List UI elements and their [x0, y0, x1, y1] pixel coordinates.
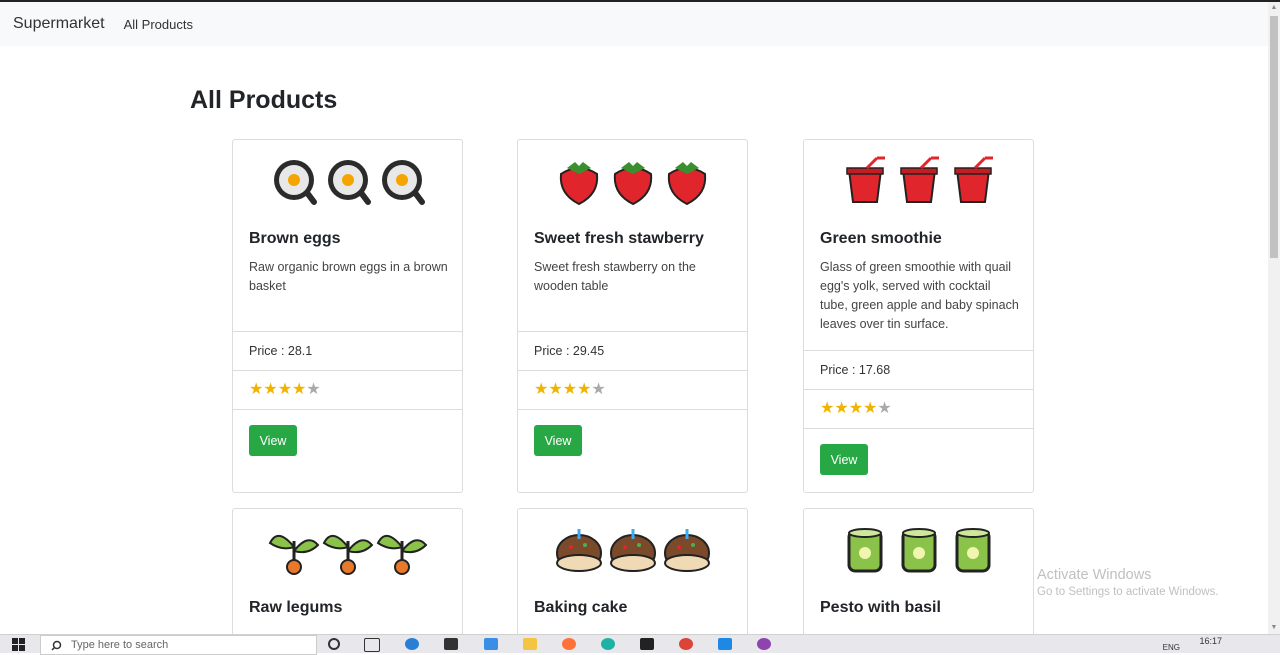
product-price: Price : 17.68	[820, 363, 891, 377]
product-card: Sweet fresh stawberry Sweet fresh stawbe…	[517, 139, 748, 493]
language-indicator[interactable]: ENG	[1163, 643, 1180, 652]
product-image	[518, 156, 747, 208]
scrollbar-thumb[interactable]	[1270, 16, 1278, 258]
rating-section: ★★★★★	[233, 370, 462, 409]
product-image	[233, 156, 462, 208]
star-empty-icon: ★	[877, 400, 892, 417]
view-button[interactable]: View	[534, 425, 582, 456]
taskbar-search-placeholder: Type here to search	[71, 639, 169, 651]
product-image	[518, 525, 747, 577]
scroll-up-icon[interactable]: ▲	[1268, 2, 1280, 14]
price-section: Price : 17.68	[804, 350, 1033, 389]
store-icon[interactable]	[444, 638, 458, 650]
activate-windows-watermark: Activate Windows Go to Settings to activ…	[1037, 567, 1219, 598]
product-description: Sweet fresh stawberry on the wooden tabl…	[534, 260, 696, 293]
scroll-down-icon[interactable]: ▼	[1268, 622, 1280, 634]
watermark-subtitle: Go to Settings to activate Windows.	[1037, 586, 1219, 598]
product-title: Sweet fresh stawberry	[534, 230, 704, 247]
product-card: Raw legums	[232, 508, 463, 650]
action-section: View	[233, 409, 462, 492]
product-card: Green smoothie Glass of green smoothie w…	[803, 139, 1034, 493]
mail-icon[interactable]	[484, 638, 498, 650]
page-scrollbar[interactable]: ▲ ▼	[1268, 2, 1280, 634]
price-section: Price : 28.1	[233, 331, 462, 370]
view-button[interactable]: View	[820, 444, 868, 475]
product-title: Green smoothie	[820, 230, 942, 247]
product-image	[233, 525, 462, 577]
taskbar-search-input[interactable]: Type here to search	[40, 635, 317, 655]
product-title: Baking cake	[534, 599, 628, 616]
system-tray-icons[interactable]	[1037, 638, 1137, 650]
star-rating: ★★★★★	[518, 371, 747, 409]
windows-start-icon[interactable]	[12, 638, 25, 651]
rating-section: ★★★★★	[518, 370, 747, 409]
price-section: Price : 29.45	[518, 331, 747, 370]
action-section: View	[518, 409, 747, 492]
view-button[interactable]: View	[249, 425, 297, 456]
rating-section: ★★★★★	[804, 389, 1033, 428]
product-price: Price : 28.1	[249, 344, 313, 358]
windows-taskbar: Type here to search ENG 16:17	[0, 634, 1280, 655]
seedling-icon	[268, 535, 427, 575]
firefox-icon[interactable]	[562, 638, 576, 650]
canned-food-icon	[847, 528, 990, 573]
star-rating: ★★★★★	[233, 371, 462, 409]
page-title: All Products	[190, 86, 338, 114]
product-image	[804, 156, 1033, 208]
search-icon	[51, 640, 62, 651]
product-description: Glass of green smoothie with quail egg's…	[820, 260, 1019, 331]
product-card: Pesto with basil	[803, 508, 1034, 650]
chrome-icon[interactable]	[679, 638, 693, 650]
task-view-icon[interactable]	[364, 638, 380, 652]
navbar: Supermarket All Products	[0, 2, 1268, 46]
terminal-icon[interactable]	[640, 638, 654, 650]
nav-link-all-products[interactable]: All Products	[124, 17, 193, 32]
star-filled-icon: ★★★★	[249, 381, 307, 398]
product-title: Brown eggs	[249, 230, 341, 247]
app-icon[interactable]	[757, 638, 771, 650]
vscode-icon[interactable]	[718, 638, 732, 650]
star-filled-icon: ★★★★	[820, 400, 878, 417]
product-card: Baking cake	[517, 508, 748, 650]
cup-with-straw-icon	[845, 156, 993, 203]
brand-link[interactable]: Supermarket	[13, 15, 105, 33]
frying-pan-icon	[273, 160, 425, 205]
strawberry-icon	[559, 162, 706, 206]
product-title: Pesto with basil	[820, 599, 941, 616]
product-description: Raw organic brown eggs in a brown basket	[249, 260, 448, 293]
product-title: Raw legums	[249, 599, 343, 616]
star-empty-icon: ★	[591, 381, 606, 398]
file-explorer-icon[interactable]	[523, 638, 537, 650]
product-price: Price : 29.45	[534, 344, 605, 358]
edge-icon[interactable]	[405, 638, 419, 650]
product-image	[804, 525, 1033, 577]
taskbar-clock[interactable]: 16:17	[1199, 636, 1222, 646]
star-empty-icon: ★	[306, 381, 321, 398]
star-rating: ★★★★★	[804, 390, 1033, 428]
action-section: View	[804, 428, 1033, 492]
cake-icon	[555, 529, 710, 572]
product-card: Brown eggs Raw organic brown eggs in a b…	[232, 139, 463, 493]
edge-dev-icon[interactable]	[601, 638, 615, 650]
search-icon[interactable]	[328, 638, 340, 650]
star-filled-icon: ★★★★	[534, 381, 592, 398]
watermark-title: Activate Windows	[1037, 567, 1152, 583]
